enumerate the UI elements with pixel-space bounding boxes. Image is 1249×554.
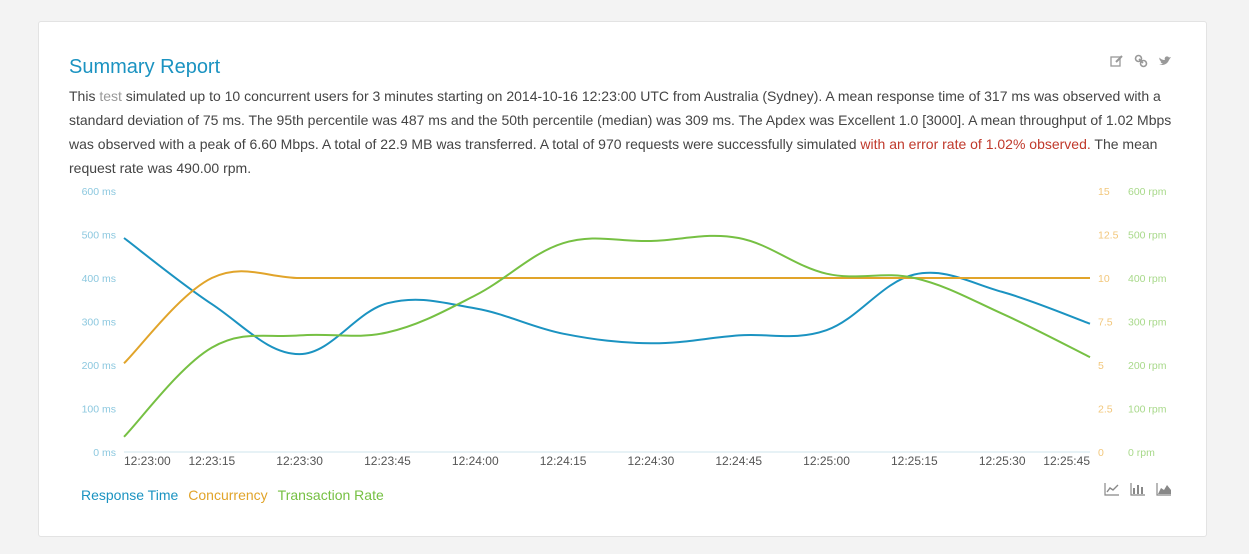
timeseries-chart: 0 ms 0 0 rpm 100 ms 2.5 100 rpm 200 ms 5 200 rpm…	[82, 186, 1167, 468]
y-right-rate-tick-label: 0 rpm	[1128, 447, 1155, 459]
bar-chart-icon[interactable]	[1130, 482, 1145, 496]
x-tick-label: 12:24:30	[628, 454, 675, 468]
y-left-tick-label: 200 ms	[82, 360, 116, 372]
y-right-concurrency-tick-label: 7.5	[1098, 317, 1113, 329]
x-tick-label: 12:23:30	[276, 454, 323, 468]
y-right-concurrency-tick-label: 15	[1098, 186, 1110, 198]
area-chart-icon[interactable]	[1156, 482, 1171, 496]
y-right-concurrency-tick-label: 12.5	[1098, 230, 1119, 242]
y-right-rate-tick-label: 600 rpm	[1128, 186, 1167, 198]
summary-panel: Summary Report This test simulated up to…	[38, 21, 1207, 537]
y-left-tick-label: 300 ms	[82, 317, 116, 329]
y-left-tick-label: 100 ms	[82, 404, 116, 416]
x-tick-label: 12:24:15	[540, 454, 587, 468]
y-right-rate-tick-label: 300 rpm	[1128, 317, 1167, 329]
x-tick-label: 12:25:30	[979, 454, 1026, 468]
x-tick-label: 12:25:00	[803, 454, 850, 468]
y-left-tick-label: 600 ms	[82, 186, 116, 198]
x-tick-label: 12:25:45	[1043, 454, 1090, 468]
y-right-rate-tick-label: 500 rpm	[1128, 230, 1167, 242]
concurrency-line	[123, 270, 1090, 365]
y-right-concurrency-tick-label: 2.5	[1098, 404, 1113, 416]
y-right-rate-tick-label: 200 rpm	[1128, 360, 1167, 372]
y-right-rate-tick-label: 100 rpm	[1128, 404, 1167, 416]
x-tick-label: 12:25:15	[891, 454, 938, 468]
y-left-tick-label: 400 ms	[82, 273, 116, 285]
x-tick-label: 12:23:15	[188, 454, 235, 468]
chart-type-toolbar	[1104, 482, 1171, 496]
x-tick-label: 12:23:45	[364, 454, 411, 468]
y-right-concurrency-tick-label: 10	[1098, 273, 1110, 285]
y-right-concurrency-tick-label: 5	[1098, 360, 1104, 372]
x-tick-label: 12:24:45	[715, 454, 762, 468]
transaction-rate-line	[123, 234, 1091, 438]
legend-transaction-rate[interactable]: Transaction Rate	[278, 487, 384, 503]
legend-concurrency[interactable]: Concurrency	[188, 487, 267, 503]
y-left-tick-label: 0 ms	[93, 447, 116, 459]
y-right-rate-tick-label: 400 rpm	[1128, 273, 1167, 285]
legend-response-time[interactable]: Response Time	[81, 487, 178, 503]
line-chart-icon[interactable]	[1104, 482, 1119, 496]
y-right-concurrency-tick-label: 0	[1098, 447, 1104, 459]
chart-legend: Response Time Concurrency Transaction Ra…	[81, 487, 384, 503]
y-left-tick-label: 500 ms	[82, 230, 116, 242]
x-tick-label: 12:23:00	[124, 454, 171, 468]
x-tick-label: 12:24:00	[452, 454, 499, 468]
